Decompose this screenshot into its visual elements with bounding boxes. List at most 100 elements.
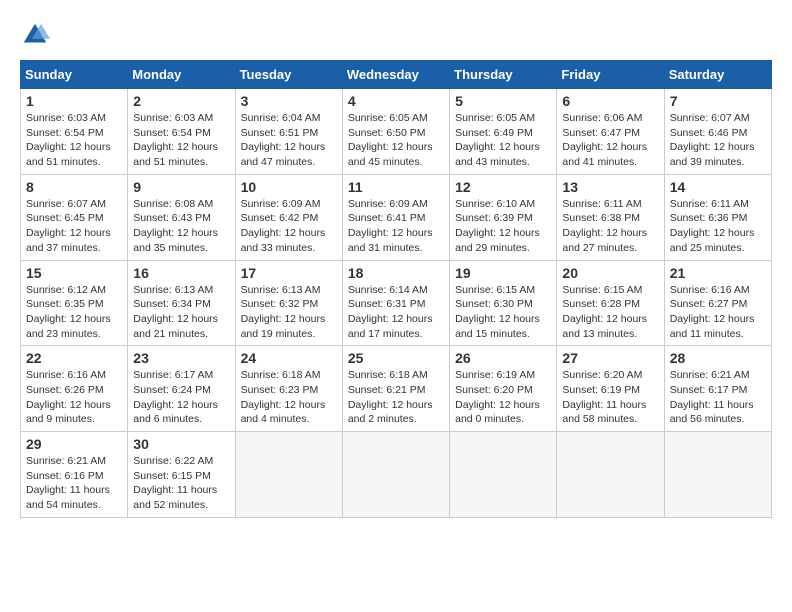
day-info: Sunrise: 6:09 AM Sunset: 6:42 PM Dayligh… bbox=[241, 197, 337, 256]
day-info: Sunrise: 6:17 AM Sunset: 6:24 PM Dayligh… bbox=[133, 368, 229, 427]
calendar-week-4: 29 Sunrise: 6:21 AM Sunset: 6:16 PM Dayli… bbox=[21, 432, 772, 518]
day-info: Sunrise: 6:16 AM Sunset: 6:26 PM Dayligh… bbox=[26, 368, 122, 427]
calendar-day-12: 12 Sunrise: 6:10 AM Sunset: 6:39 PM Dayli… bbox=[450, 174, 557, 260]
day-info: Sunrise: 6:07 AM Sunset: 6:45 PM Dayligh… bbox=[26, 197, 122, 256]
calendar-day-4: 4Sunrise: 6:05 AM Sunset: 6:50 PM Daylig… bbox=[342, 89, 449, 175]
calendar-day-18: 18 Sunrise: 6:14 AM Sunset: 6:31 PM Dayli… bbox=[342, 260, 449, 346]
logo-icon bbox=[20, 20, 50, 50]
calendar-empty bbox=[557, 432, 664, 518]
calendar-day-7: 7 Sunrise: 6:07 AM Sunset: 6:46 PM Daylig… bbox=[664, 89, 771, 175]
calendar-day-29: 29 Sunrise: 6:21 AM Sunset: 6:16 PM Dayli… bbox=[21, 432, 128, 518]
calendar-day-20: 20 Sunrise: 6:15 AM Sunset: 6:28 PM Dayli… bbox=[557, 260, 664, 346]
day-number: 27 bbox=[562, 350, 658, 366]
day-info: Sunrise: 6:14 AM Sunset: 6:31 PM Dayligh… bbox=[348, 283, 444, 342]
day-number: 24 bbox=[241, 350, 337, 366]
day-info: Sunrise: 6:11 AM Sunset: 6:38 PM Dayligh… bbox=[562, 197, 658, 256]
day-number: 28 bbox=[670, 350, 766, 366]
day-number: 8 bbox=[26, 179, 122, 195]
calendar-empty bbox=[342, 432, 449, 518]
day-number: 30 bbox=[133, 436, 229, 452]
calendar-day-26: 26 Sunrise: 6:19 AM Sunset: 6:20 PM Dayli… bbox=[450, 346, 557, 432]
day-info: Sunrise: 6:21 AM Sunset: 6:17 PM Dayligh… bbox=[670, 368, 766, 427]
calendar-week-2: 15 Sunrise: 6:12 AM Sunset: 6:35 PM Dayli… bbox=[21, 260, 772, 346]
weekday-header-row: SundayMondayTuesdayWednesdayThursdayFrid… bbox=[21, 61, 772, 89]
logo bbox=[20, 20, 54, 50]
calendar-day-3: 3 Sunrise: 6:04 AM Sunset: 6:51 PM Daylig… bbox=[235, 89, 342, 175]
day-info: Sunrise: 6:16 AM Sunset: 6:27 PM Dayligh… bbox=[670, 283, 766, 342]
day-number: 29 bbox=[26, 436, 122, 452]
calendar-week-0: 1 Sunrise: 6:03 AM Sunset: 6:54 PM Daylig… bbox=[21, 89, 772, 175]
calendar-day-24: 24 Sunrise: 6:18 AM Sunset: 6:23 PM Dayli… bbox=[235, 346, 342, 432]
calendar-empty bbox=[664, 432, 771, 518]
calendar-day-6: 6Sunrise: 6:06 AM Sunset: 6:47 PM Daylig… bbox=[557, 89, 664, 175]
day-number: 15 bbox=[26, 265, 122, 281]
calendar-day-25: 25 Sunrise: 6:18 AM Sunset: 6:21 PM Dayli… bbox=[342, 346, 449, 432]
weekday-wednesday: Wednesday bbox=[342, 61, 449, 89]
day-number: 26 bbox=[455, 350, 551, 366]
calendar-day-17: 17 Sunrise: 6:13 AM Sunset: 6:32 PM Dayli… bbox=[235, 260, 342, 346]
calendar-empty bbox=[450, 432, 557, 518]
weekday-monday: Monday bbox=[128, 61, 235, 89]
day-number: 5 bbox=[455, 93, 551, 109]
calendar-day-1: 1 Sunrise: 6:03 AM Sunset: 6:54 PM Daylig… bbox=[21, 89, 128, 175]
day-number: 21 bbox=[670, 265, 766, 281]
calendar-day-8: 8 Sunrise: 6:07 AM Sunset: 6:45 PM Daylig… bbox=[21, 174, 128, 260]
day-info: Sunrise: 6:18 AM Sunset: 6:23 PM Dayligh… bbox=[241, 368, 337, 427]
day-info: Sunrise: 6:15 AM Sunset: 6:30 PM Dayligh… bbox=[455, 283, 551, 342]
day-info: Sunrise: 6:11 AM Sunset: 6:36 PM Dayligh… bbox=[670, 197, 766, 256]
calendar-day-16: 16 Sunrise: 6:13 AM Sunset: 6:34 PM Dayli… bbox=[128, 260, 235, 346]
day-info: Sunrise: 6:05 AM Sunset: 6:50 PM Dayligh… bbox=[348, 111, 444, 170]
day-info: Sunrise: 6:13 AM Sunset: 6:32 PM Dayligh… bbox=[241, 283, 337, 342]
day-info: Sunrise: 6:10 AM Sunset: 6:39 PM Dayligh… bbox=[455, 197, 551, 256]
day-info: Sunrise: 6:08 AM Sunset: 6:43 PM Dayligh… bbox=[133, 197, 229, 256]
day-number: 10 bbox=[241, 179, 337, 195]
day-number: 2 bbox=[133, 93, 229, 109]
day-number: 20 bbox=[562, 265, 658, 281]
day-info: Sunrise: 6:15 AM Sunset: 6:28 PM Dayligh… bbox=[562, 283, 658, 342]
calendar-day-15: 15 Sunrise: 6:12 AM Sunset: 6:35 PM Dayli… bbox=[21, 260, 128, 346]
day-info: Sunrise: 6:19 AM Sunset: 6:20 PM Dayligh… bbox=[455, 368, 551, 427]
calendar-day-19: 19 Sunrise: 6:15 AM Sunset: 6:30 PM Dayli… bbox=[450, 260, 557, 346]
weekday-tuesday: Tuesday bbox=[235, 61, 342, 89]
calendar-day-28: 28 Sunrise: 6:21 AM Sunset: 6:17 PM Dayli… bbox=[664, 346, 771, 432]
weekday-thursday: Thursday bbox=[450, 61, 557, 89]
day-info: Sunrise: 6:09 AM Sunset: 6:41 PM Dayligh… bbox=[348, 197, 444, 256]
day-info: Sunrise: 6:03 AM Sunset: 6:54 PM Dayligh… bbox=[26, 111, 122, 170]
day-info: Sunrise: 6:20 AM Sunset: 6:19 PM Dayligh… bbox=[562, 368, 658, 427]
day-info: Sunrise: 6:05 AM Sunset: 6:49 PM Dayligh… bbox=[455, 111, 551, 170]
day-number: 14 bbox=[670, 179, 766, 195]
day-number: 3 bbox=[241, 93, 337, 109]
calendar-week-3: 22Sunrise: 6:16 AM Sunset: 6:26 PM Dayli… bbox=[21, 346, 772, 432]
day-info: Sunrise: 6:13 AM Sunset: 6:34 PM Dayligh… bbox=[133, 283, 229, 342]
calendar-day-22: 22Sunrise: 6:16 AM Sunset: 6:26 PM Dayli… bbox=[21, 346, 128, 432]
day-number: 19 bbox=[455, 265, 551, 281]
day-info: Sunrise: 6:12 AM Sunset: 6:35 PM Dayligh… bbox=[26, 283, 122, 342]
day-info: Sunrise: 6:03 AM Sunset: 6:54 PM Dayligh… bbox=[133, 111, 229, 170]
weekday-friday: Friday bbox=[557, 61, 664, 89]
day-number: 18 bbox=[348, 265, 444, 281]
calendar-day-21: 21 Sunrise: 6:16 AM Sunset: 6:27 PM Dayli… bbox=[664, 260, 771, 346]
weekday-sunday: Sunday bbox=[21, 61, 128, 89]
day-number: 6 bbox=[562, 93, 658, 109]
calendar-day-2: 2 Sunrise: 6:03 AM Sunset: 6:54 PM Daylig… bbox=[128, 89, 235, 175]
day-number: 7 bbox=[670, 93, 766, 109]
day-info: Sunrise: 6:18 AM Sunset: 6:21 PM Dayligh… bbox=[348, 368, 444, 427]
day-number: 23 bbox=[133, 350, 229, 366]
day-number: 13 bbox=[562, 179, 658, 195]
calendar-week-1: 8 Sunrise: 6:07 AM Sunset: 6:45 PM Daylig… bbox=[21, 174, 772, 260]
day-info: Sunrise: 6:21 AM Sunset: 6:16 PM Dayligh… bbox=[26, 454, 122, 513]
day-info: Sunrise: 6:07 AM Sunset: 6:46 PM Dayligh… bbox=[670, 111, 766, 170]
calendar-body: 1 Sunrise: 6:03 AM Sunset: 6:54 PM Daylig… bbox=[21, 89, 772, 518]
day-number: 1 bbox=[26, 93, 122, 109]
weekday-saturday: Saturday bbox=[664, 61, 771, 89]
day-info: Sunrise: 6:22 AM Sunset: 6:15 PM Dayligh… bbox=[133, 454, 229, 513]
day-number: 25 bbox=[348, 350, 444, 366]
page-header bbox=[20, 20, 772, 50]
calendar-day-11: 11Sunrise: 6:09 AM Sunset: 6:41 PM Dayli… bbox=[342, 174, 449, 260]
day-info: Sunrise: 6:04 AM Sunset: 6:51 PM Dayligh… bbox=[241, 111, 337, 170]
day-number: 12 bbox=[455, 179, 551, 195]
calendar-day-10: 10 Sunrise: 6:09 AM Sunset: 6:42 PM Dayli… bbox=[235, 174, 342, 260]
day-number: 16 bbox=[133, 265, 229, 281]
day-number: 17 bbox=[241, 265, 337, 281]
calendar-day-9: 9Sunrise: 6:08 AM Sunset: 6:43 PM Daylig… bbox=[128, 174, 235, 260]
